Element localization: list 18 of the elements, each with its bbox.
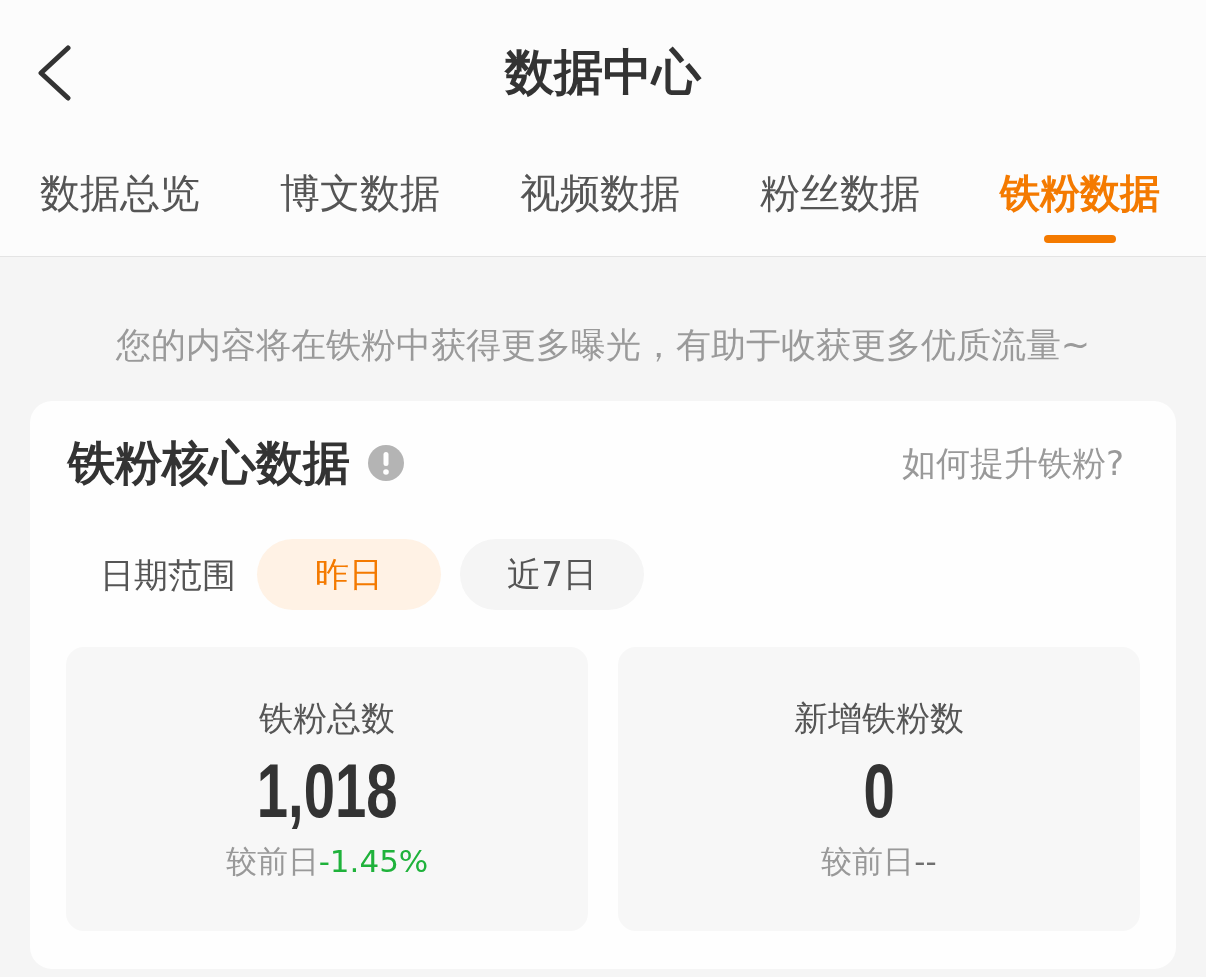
stat-label: 铁粉总数 xyxy=(259,697,395,740)
page-title: 数据中心 xyxy=(505,43,701,103)
stat-value: 1,018 xyxy=(256,751,398,831)
change-value: -- xyxy=(914,842,937,881)
tab[interactable]: 粉丝数据 xyxy=(758,146,922,256)
card-title: 铁粉核心数据 xyxy=(68,437,350,489)
tip-text: 您的内容将在铁粉中获得更多曝光，有助于收获更多优质流量~ xyxy=(115,324,1091,367)
stat-label: 新增铁粉数 xyxy=(794,697,964,740)
change-label: 较前日 xyxy=(821,842,915,881)
change-label: 较前日 xyxy=(225,842,319,881)
tab[interactable]: 视频数据 xyxy=(518,146,682,256)
date-chip[interactable]: 近7日 xyxy=(460,539,644,610)
date-range-label: 日期范围 xyxy=(100,553,236,597)
chevron-left-icon[interactable] xyxy=(37,45,71,101)
stat-value: 0 xyxy=(863,751,895,831)
tab[interactable]: 数据总览 xyxy=(38,146,202,256)
tab[interactable]: 博文数据 xyxy=(278,146,442,256)
change-value: -1.45% xyxy=(318,842,429,881)
